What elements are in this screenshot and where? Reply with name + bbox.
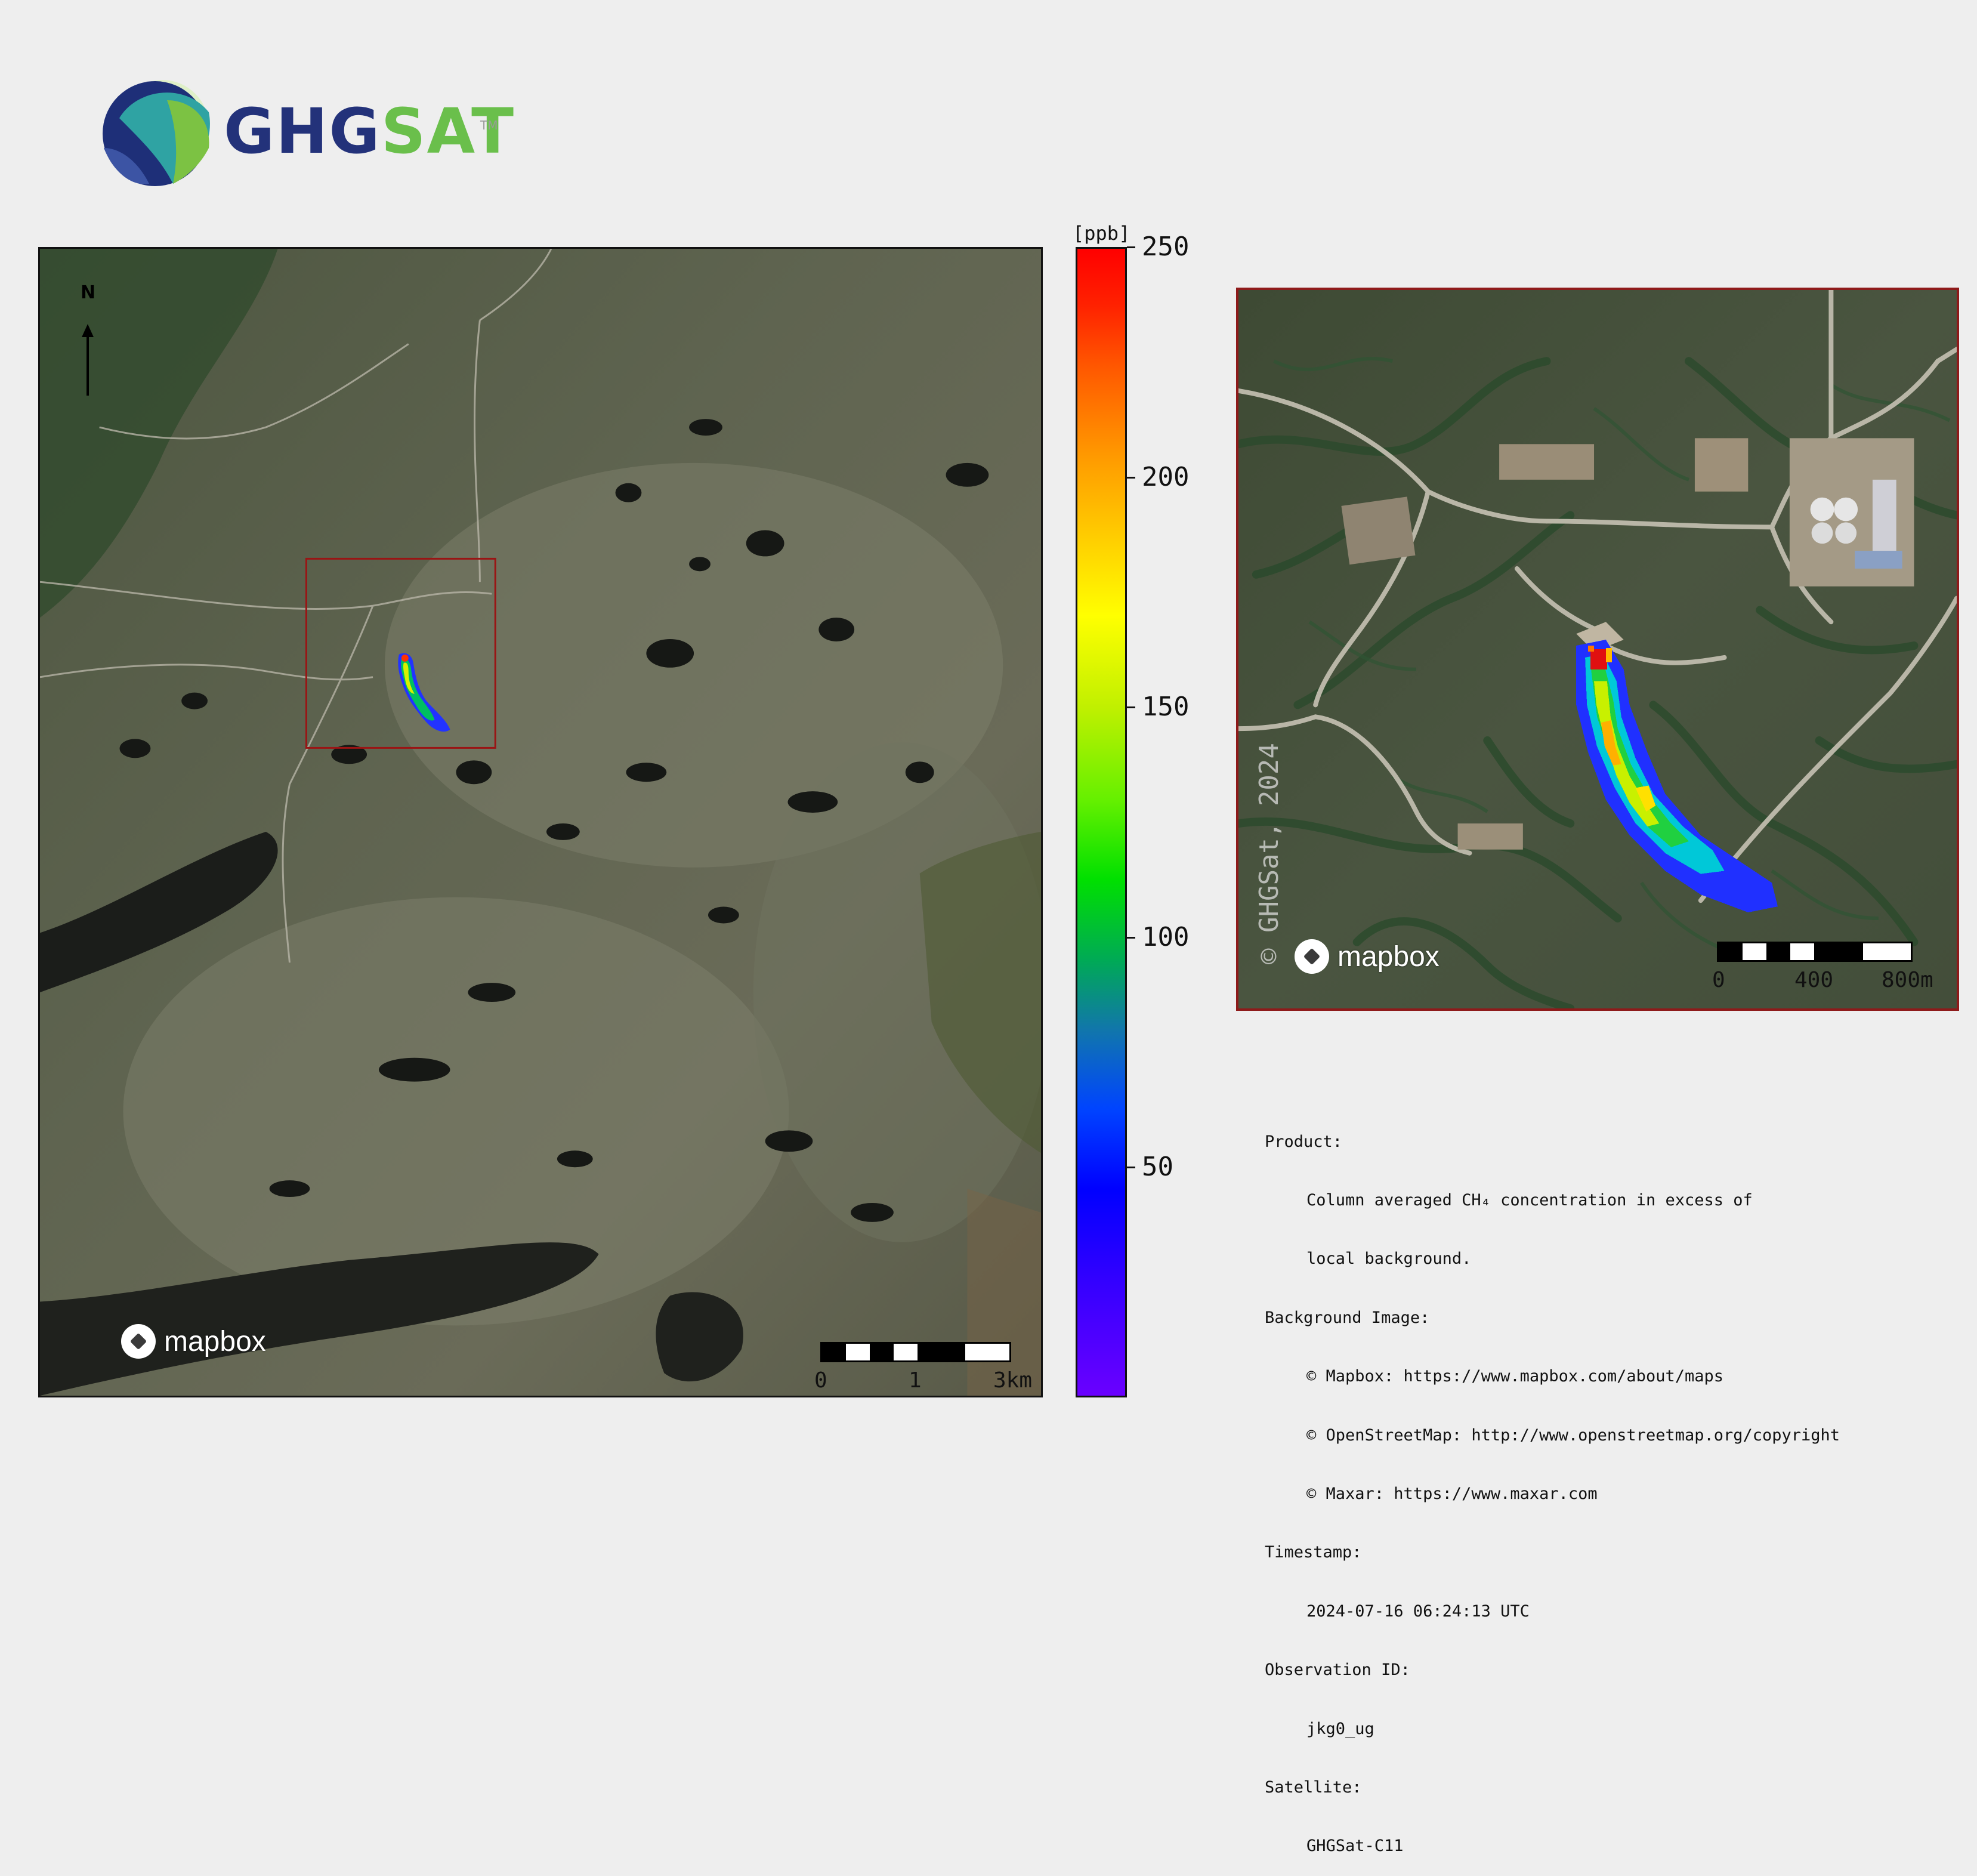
trademark-symbol: TM — [480, 118, 498, 132]
colorbar-tick-50 — [1127, 1167, 1135, 1169]
scale-bar-inset: 0 400 800m — [1712, 942, 1933, 995]
mapbox-wordmark-inset: mapbox — [1337, 940, 1439, 973]
mapbox-wordmark: mapbox — [164, 1325, 266, 1357]
satellite-label: Satellite: — [1265, 1778, 1362, 1797]
scale-label-1: 1 — [909, 1368, 922, 1393]
scale-bar-main: 0 1 3km — [814, 1342, 1032, 1396]
scale-label-3km: 3km — [993, 1368, 1033, 1393]
inset-map[interactable]: © GHGSat, 2024 mapbox 0 400 800m — [1236, 288, 1959, 1011]
background-image-label: Background Image: — [1265, 1308, 1430, 1327]
north-arrow-shaft — [87, 336, 89, 396]
timestamp-value: 2024-07-16 06:24:13 UTC — [1306, 1602, 1530, 1621]
scale-bar-segments-inset — [1717, 942, 1913, 962]
colorbar-tick-label-200: 200 — [1142, 461, 1190, 492]
mapbox-logo-icon — [121, 1324, 156, 1359]
main-map[interactable]: N mapbox 0 1 3km — [38, 247, 1043, 1397]
timestamp-label: Timestamp: — [1265, 1543, 1362, 1562]
ghgsat-wordmark: GHGSAT — [224, 95, 515, 168]
north-arrow: N — [77, 282, 101, 402]
mapbox-attribution[interactable]: mapbox — [121, 1324, 266, 1359]
product-label: Product: — [1265, 1132, 1343, 1151]
ghgsat-logo-icon — [103, 80, 210, 186]
copyright-watermark: © GHGSat, 2024 — [1254, 743, 1284, 964]
satellite-value: GHGSat-C11 — [1306, 1837, 1404, 1856]
background-openstreetmap: © OpenStreetMap: http://www.openstreetma… — [1306, 1425, 1840, 1445]
mapbox-logo-icon-inset — [1295, 939, 1329, 974]
scale-bar-segments — [820, 1342, 1011, 1362]
scale-label-0-inset: 0 — [1712, 968, 1725, 992]
colorbar-tick-100 — [1127, 936, 1135, 939]
background-maxar: © Maxar: https://www.maxar.com — [1306, 1484, 1598, 1503]
colorbar — [1076, 247, 1127, 1397]
scale-label-0: 0 — [814, 1368, 827, 1393]
north-arrow-icon — [82, 324, 94, 337]
satellite-background — [40, 249, 1041, 1396]
colorbar-tick-label-250: 250 — [1142, 232, 1190, 262]
observation-id-value: jkg0_ug — [1306, 1719, 1374, 1738]
metadata-panel: Product: Column averaged CH₄ concentrati… — [1265, 1093, 1840, 1876]
product-line-2: local background. — [1306, 1249, 1472, 1269]
colorbar-tick-label-50: 50 — [1142, 1152, 1173, 1183]
mapbox-attribution-inset[interactable]: mapbox — [1295, 939, 1439, 974]
scale-label-400: 400 — [1794, 968, 1834, 992]
observation-id-label: Observation ID: — [1265, 1661, 1410, 1680]
background-mapbox: © Mapbox: https://www.mapbox.com/about/m… — [1306, 1367, 1723, 1386]
colorbar-tick-200 — [1127, 476, 1135, 479]
ghgsat-logo: GHGSAT TM — [95, 76, 515, 196]
colorbar-tick-250 — [1127, 246, 1135, 248]
colorbar-tick-label-150: 150 — [1142, 692, 1190, 723]
colorbar-unit-label: [ppb] — [1073, 222, 1130, 245]
colorbar-tick-label-100: 100 — [1142, 921, 1190, 952]
north-label: N — [81, 282, 96, 303]
colorbar-tick-150 — [1127, 706, 1135, 709]
scale-label-800m: 800m — [1882, 968, 1933, 992]
satellite-background-zoom — [1238, 290, 1957, 1008]
product-line-1: Column averaged CH₄ concentration in exc… — [1306, 1190, 1753, 1209]
